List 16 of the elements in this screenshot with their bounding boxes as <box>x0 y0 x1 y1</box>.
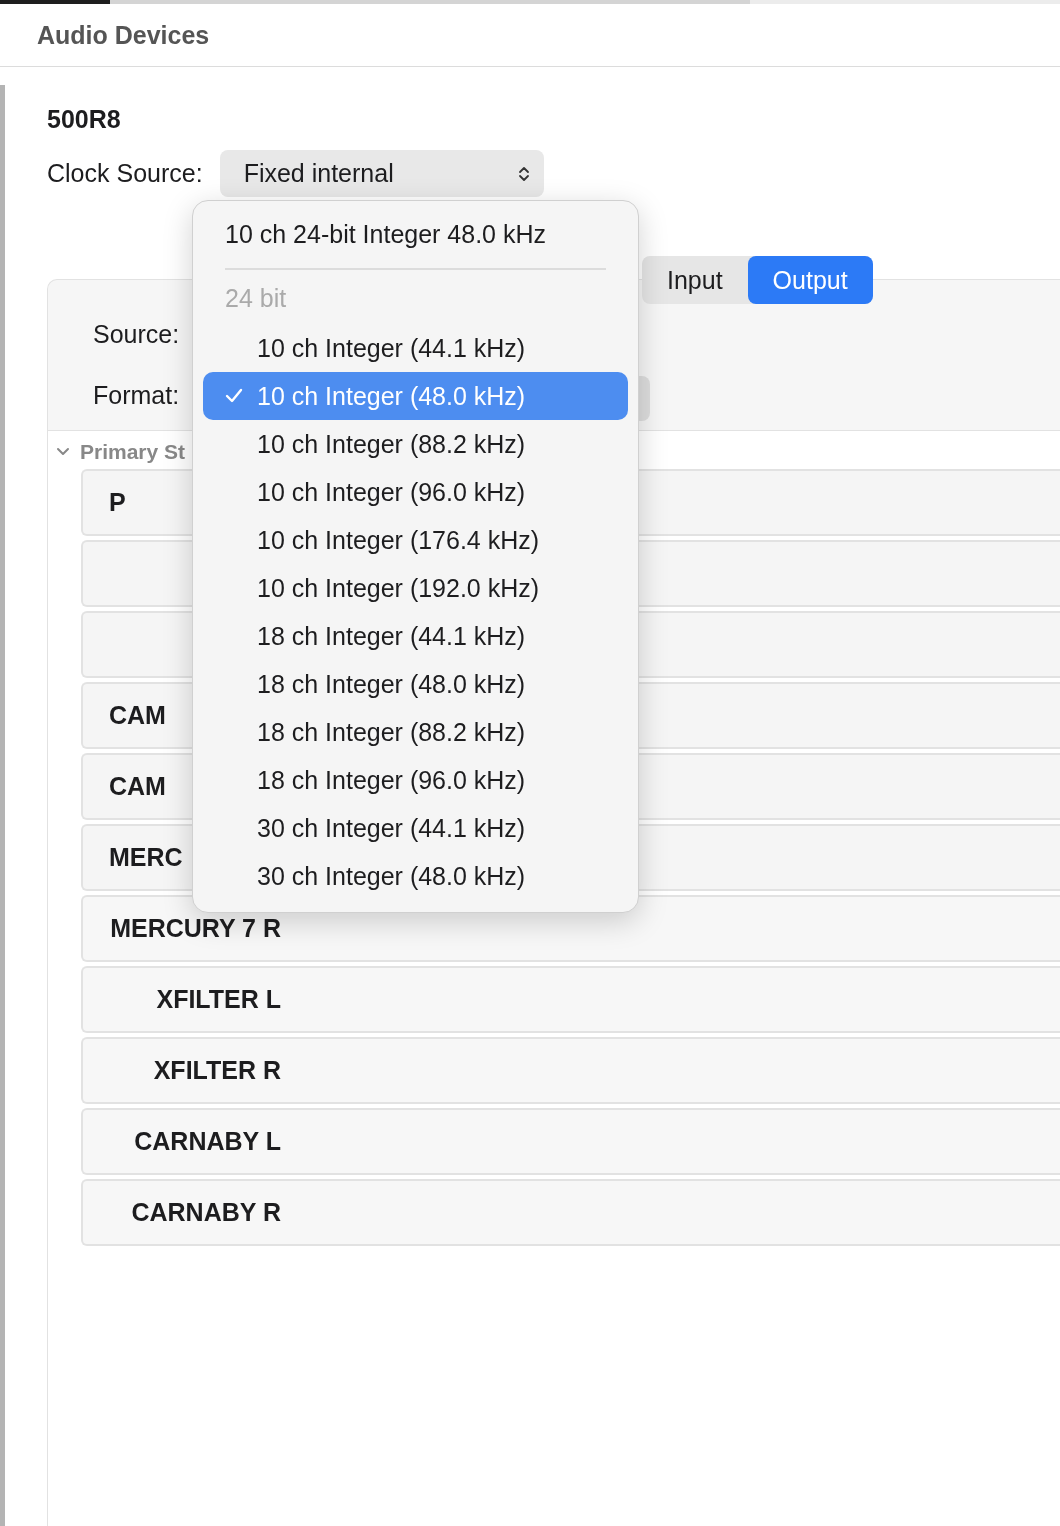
channel-label: CAM <box>109 772 166 801</box>
channel-label: CAM <box>109 701 166 730</box>
menu-group-header: 24 bit <box>224 284 288 314</box>
channel-label: P <box>109 488 126 517</box>
channel-label: MERCURY 7 R <box>109 914 281 943</box>
field-label: Format: <box>93 381 180 409</box>
channel-label: CARNABY R <box>130 1198 281 1227</box>
channel-label: MERC <box>109 843 183 872</box>
device-name: 500R8 <box>47 105 122 134</box>
channel-label: CARNABY L <box>133 1127 281 1156</box>
channel-label: XFILTER R <box>152 1056 281 1085</box>
field-label: Source: <box>93 320 180 348</box>
window-title: Audio Devices <box>37 20 210 50</box>
section-title: Primary St <box>80 440 186 464</box>
channel-label: XFILTER L <box>155 985 281 1014</box>
clock-source-label: Clock Source: <box>47 159 203 188</box>
